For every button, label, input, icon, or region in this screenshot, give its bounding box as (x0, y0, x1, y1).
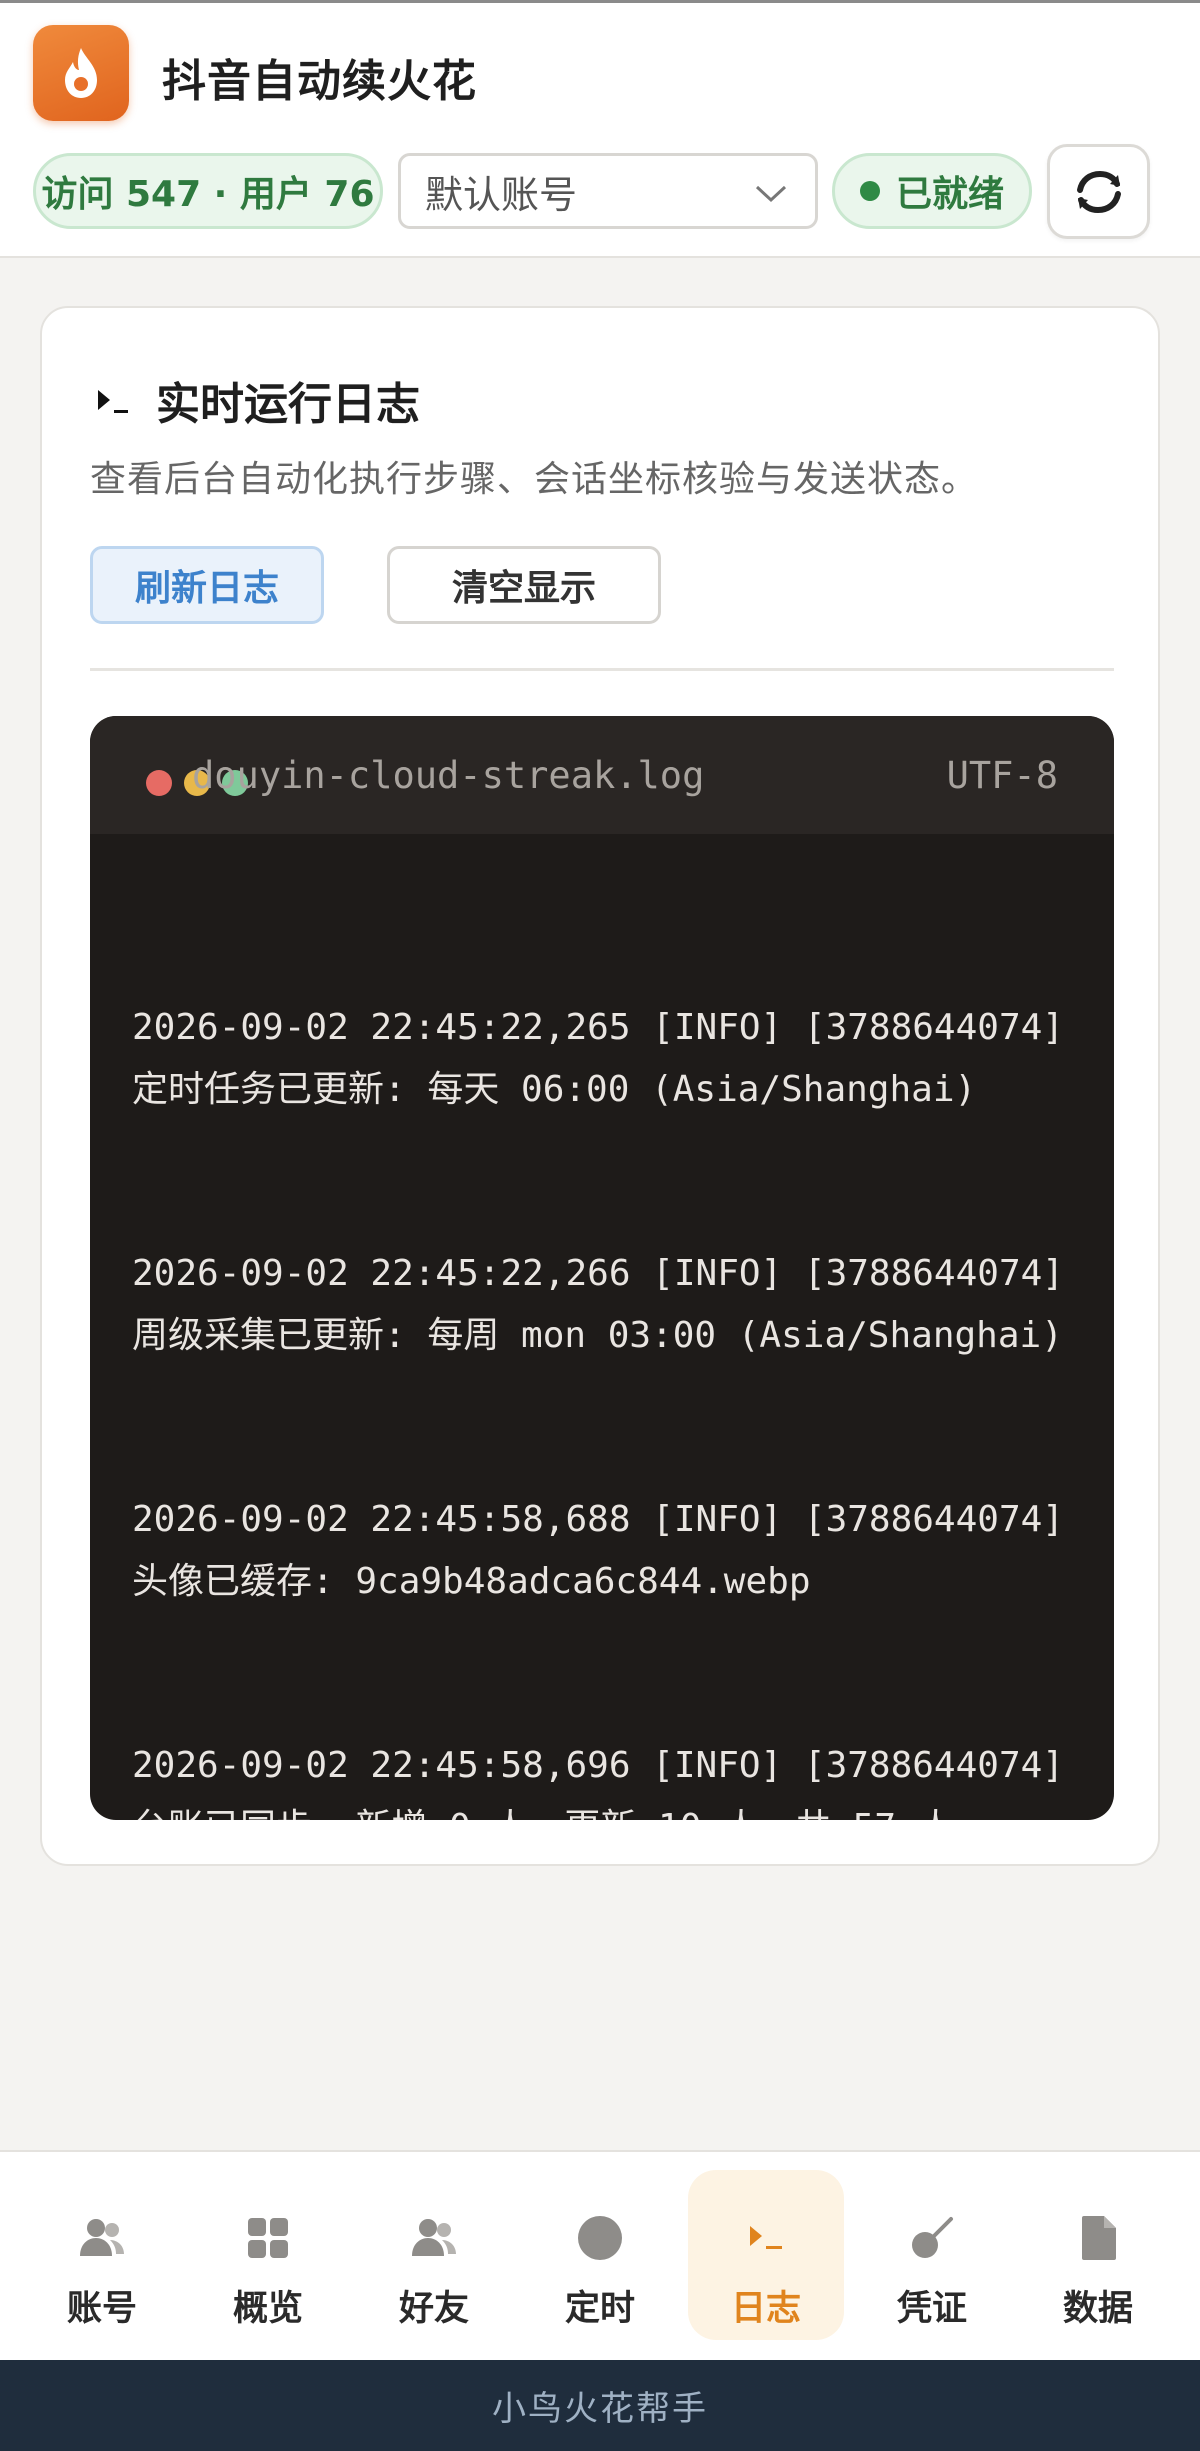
status-badge: 已就绪 (832, 153, 1032, 229)
terminal-icon (98, 390, 128, 413)
log-line: 2026-09-02 22:45:58,696 [INFO] [37886440… (132, 1745, 1064, 1820)
nav-item-credentials[interactable]: 凭证 (854, 2170, 1010, 2340)
app-title: 抖音自动续火花 (162, 56, 477, 107)
grid-icon (248, 2218, 288, 2258)
nav-item-label: 数据 (1062, 2289, 1133, 2329)
bottom-nav: 账号 概览 好友 定时 日志 凭证 数据 (0, 2150, 1200, 2360)
card-description: 查看后台自动化执行步骤、会话坐标核验与发送状态。 (90, 459, 979, 500)
flame-icon (65, 48, 97, 98)
page: 抖音自动续火花 访问 547 · 用户 76 默认账号 已就绪 实时运行日志 查… (0, 0, 1200, 2451)
nav-item-accounts[interactable]: 账号 (24, 2170, 180, 2340)
nav-item-label: 凭证 (896, 2289, 967, 2329)
log-line: 2026-09-02 22:45:58,688 [INFO] [37886440… (132, 1499, 1086, 1602)
nav-item-label: 日志 (730, 2289, 801, 2329)
log-output: 2026-09-02 22:45:22,265 [INFO] [37886440… (132, 874, 1082, 1820)
refresh-button[interactable] (1047, 144, 1150, 239)
account-select-value: 默认账号 (425, 172, 578, 217)
nav-item-label: 账号 (66, 2289, 137, 2329)
document-icon (1082, 2216, 1116, 2260)
log-card: 实时运行日志 查看后台自动化执行步骤、会话坐标核验与发送状态。 刷新日志 清空显… (40, 306, 1160, 1866)
account-select[interactable]: 默认账号 (398, 153, 818, 229)
log-line: 2026-09-02 22:45:22,265 [INFO] [37886440… (132, 1007, 1086, 1110)
terminal-titlebar: douyin-cloud-streak.log UTF-8 (90, 716, 1114, 834)
clock-icon (578, 2216, 622, 2260)
terminal-icon (750, 2226, 782, 2249)
clear-display-button[interactable]: 清空显示 (387, 546, 661, 624)
friends-icon (412, 2219, 456, 2256)
status-dot-icon (859, 181, 880, 201)
nav-item-data[interactable]: 数据 (1020, 2170, 1176, 2340)
sync-icon (1076, 170, 1121, 213)
nav-item-label: 概览 (232, 2289, 303, 2329)
key-icon (912, 2217, 953, 2258)
log-line: 2026-09-02 22:45:22,266 [INFO] [37886440… (132, 1253, 1086, 1356)
visit-stats-badge: 访问 547 · 用户 76 (33, 153, 383, 229)
nav-item-label: 好友 (398, 2289, 469, 2329)
card-header: 实时运行日志 (92, 368, 420, 432)
nav-item-overview[interactable]: 概览 (190, 2170, 346, 2340)
footer: 小鸟火花帮手 (0, 2360, 1200, 2451)
app-logo (33, 25, 129, 121)
users-icon (80, 2219, 124, 2256)
app-header: 抖音自动续火花 访问 547 · 用户 76 默认账号 已就绪 (0, 0, 1200, 258)
log-terminal[interactable]: douyin-cloud-streak.log UTF-8 2026-09-02… (90, 716, 1114, 1820)
log-encoding: UTF-8 (946, 754, 1058, 797)
nav-item-friends[interactable]: 好友 (356, 2170, 512, 2340)
card-title: 实时运行日志 (156, 379, 420, 430)
refresh-log-button[interactable]: 刷新日志 (90, 546, 324, 624)
nav-item-logs[interactable]: 日志 (688, 2170, 844, 2340)
status-text: 已就绪 (895, 174, 1004, 215)
window-close-dot-icon (146, 770, 172, 796)
nav-item-schedule[interactable]: 定时 (522, 2170, 678, 2340)
divider (90, 668, 1114, 671)
log-filename: douyin-cloud-streak.log (192, 754, 705, 797)
nav-item-label: 定时 (564, 2289, 635, 2329)
chevron-down-icon (755, 185, 787, 203)
